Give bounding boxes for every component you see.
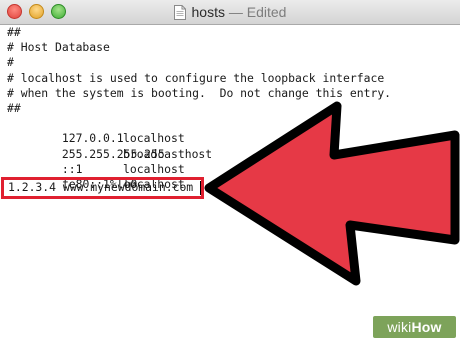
- window-title-status: Edited: [246, 4, 287, 20]
- arrow-icon: [204, 101, 460, 286]
- text-editor-window: hosts — Edited ## # Host Database # # lo…: [0, 0, 460, 344]
- window-title-filename: hosts: [191, 4, 225, 20]
- watermark-wiki: wiki: [387, 319, 412, 335]
- window-title: hosts — Edited: [0, 0, 460, 24]
- wikihow-watermark: wikiHow: [373, 316, 456, 338]
- window-title-separator: —: [228, 4, 243, 20]
- watermark-how: How: [411, 319, 442, 335]
- text-editor-area[interactable]: ## # Host Database # # localhost is used…: [0, 25, 460, 344]
- document-icon[interactable]: [173, 3, 186, 27]
- title-bar[interactable]: hosts — Edited: [0, 0, 460, 25]
